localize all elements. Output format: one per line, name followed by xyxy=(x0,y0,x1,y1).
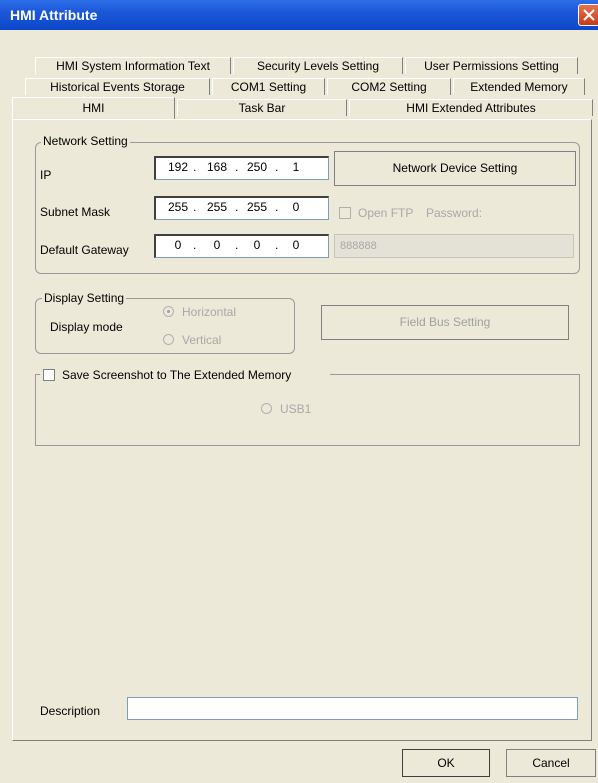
cancel-button[interactable]: Cancel xyxy=(506,749,596,777)
ip-dot: . xyxy=(235,160,239,174)
subnet-mask-field[interactable]: 255 . 255 . 255 . 0 xyxy=(154,196,329,220)
ip-dot: . xyxy=(275,160,279,174)
gateway-octet-3: 0 xyxy=(253,238,261,252)
window-title: HMI Attribute xyxy=(10,7,98,23)
vertical-radio[interactable] xyxy=(163,334,174,345)
open-ftp-checkbox[interactable] xyxy=(339,207,351,219)
default-gateway-field[interactable]: 0 . 0 . 0 . 0 xyxy=(154,234,329,258)
tab-extended-memory[interactable]: Extended Memory xyxy=(453,78,585,95)
subnet-octet-4: 0 xyxy=(292,200,300,214)
radio-selected-dot xyxy=(167,310,170,313)
open-ftp-label: Open FTP xyxy=(358,206,414,220)
close-icon xyxy=(583,9,595,21)
save-screenshot-checkbox[interactable] xyxy=(43,369,55,381)
vertical-label: Vertical xyxy=(182,333,222,347)
password-field[interactable]: 888888 xyxy=(334,234,574,258)
tab-hmi[interactable]: HMI xyxy=(12,97,175,119)
close-button[interactable] xyxy=(578,4,598,26)
horizontal-label: Horizontal xyxy=(182,305,237,319)
ip-octet-3: 250 xyxy=(246,160,268,174)
ip-dot: . xyxy=(193,160,197,174)
tab-task-bar[interactable]: Task Bar xyxy=(177,99,347,116)
tab-hmi-system-information-text[interactable]: HMI System Information Text xyxy=(35,57,231,74)
ip-dot: . xyxy=(193,238,197,252)
gateway-octet-2: 0 xyxy=(213,238,221,252)
default-gateway-label: Default Gateway xyxy=(40,243,129,257)
usb1-label: USB1 xyxy=(280,402,312,416)
subnet-octet-1: 255 xyxy=(167,200,189,214)
ip-label: IP xyxy=(40,168,52,182)
ip-octet-1: 192 xyxy=(167,160,189,174)
title-bar: HMI Attribute xyxy=(0,0,598,30)
display-setting-label: Display Setting xyxy=(42,291,127,305)
ip-dot: . xyxy=(235,238,239,252)
tab-com2-setting[interactable]: COM2 Setting xyxy=(327,78,451,95)
display-mode-label: Display mode xyxy=(50,320,123,334)
gateway-octet-1: 0 xyxy=(174,238,182,252)
ip-dot: . xyxy=(275,200,279,214)
description-label: Description xyxy=(40,704,101,718)
tab-hmi-extended-attributes[interactable]: HMI Extended Attributes xyxy=(349,99,593,116)
ip-address-field[interactable]: 192 . 168 . 250 . 1 xyxy=(154,156,329,180)
description-input[interactable] xyxy=(127,697,578,720)
ip-dot: . xyxy=(275,238,279,252)
save-screenshot-label: Save Screenshot to The Extended Memory xyxy=(62,368,292,382)
password-label: Password: xyxy=(426,206,483,220)
ip-dot: . xyxy=(235,200,239,214)
tab-user-permissions-setting[interactable]: User Permissions Setting xyxy=(405,57,578,74)
ip-octet-2: 168 xyxy=(206,160,228,174)
network-device-setting-button[interactable]: Network Device Setting xyxy=(334,151,576,186)
tab-com1-setting[interactable]: COM1 Setting xyxy=(212,78,325,95)
tab-historical-events-storage[interactable]: Historical Events Storage xyxy=(25,78,210,95)
horizontal-radio[interactable] xyxy=(163,306,174,317)
gateway-octet-4: 0 xyxy=(292,238,300,252)
subnet-mask-label: Subnet Mask xyxy=(40,205,111,219)
subnet-octet-3: 255 xyxy=(246,200,268,214)
ip-dot: . xyxy=(193,200,197,214)
tab-security-levels-setting[interactable]: Security Levels Setting xyxy=(233,57,403,74)
usb1-radio[interactable] xyxy=(261,403,272,414)
subnet-octet-2: 255 xyxy=(206,200,228,214)
ok-button[interactable]: OK xyxy=(402,749,490,777)
field-bus-setting-button[interactable]: Field Bus Setting xyxy=(321,305,569,340)
network-setting-label: Network Setting xyxy=(41,134,130,148)
ip-octet-4: 1 xyxy=(292,160,300,174)
